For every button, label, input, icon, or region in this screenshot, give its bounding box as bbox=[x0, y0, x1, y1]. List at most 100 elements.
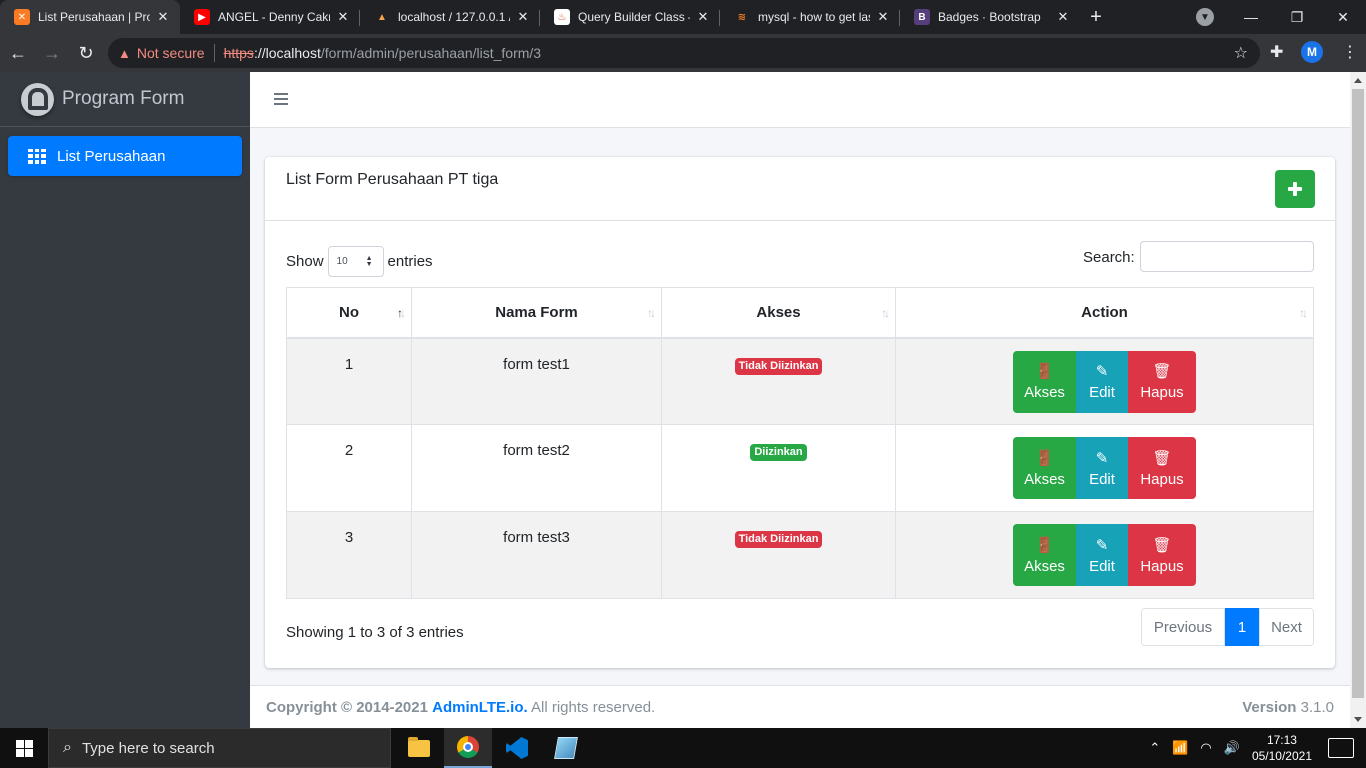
card-title: List Form Perusahaan PT tiga bbox=[286, 171, 499, 188]
chevron-up-icon[interactable]: ⌃ bbox=[1149, 740, 1160, 756]
page-scrollbar[interactable] bbox=[1350, 72, 1366, 728]
version-info: Version 3.1.0 bbox=[1242, 699, 1334, 716]
browser-toolbar: ← → ↻ ▲ Not secure https ://localhost /f… bbox=[0, 34, 1366, 72]
bookmark-star-icon[interactable]: ☆ bbox=[1234, 43, 1248, 63]
brand-link[interactable]: Program Form bbox=[0, 72, 250, 127]
status-badge: Tidak Diizinkan bbox=[734, 357, 823, 375]
edit-button[interactable]: ✎ Edit bbox=[1076, 350, 1128, 413]
search-input[interactable] bbox=[1140, 241, 1314, 272]
delete-button[interactable]: 🗑 Hapus bbox=[1128, 437, 1196, 499]
page-1-button[interactable]: 1 bbox=[1225, 608, 1259, 646]
add-form-button[interactable] bbox=[1275, 170, 1315, 208]
back-icon[interactable]: ← bbox=[2, 37, 34, 69]
akses-button[interactable]: 🚪 Akses bbox=[1013, 524, 1076, 586]
column-header-akses[interactable]: Akses ↑↓ bbox=[661, 287, 896, 339]
trash-icon: 🗑 bbox=[1152, 449, 1172, 467]
akses-button[interactable]: 🚪 Akses bbox=[1013, 437, 1076, 499]
tab-title: List Perusahaan | Progr bbox=[38, 10, 150, 24]
scroll-down-icon[interactable] bbox=[1354, 717, 1362, 722]
browser-tab[interactable]: B Badges · Bootstrap ✕ bbox=[900, 0, 1080, 34]
tab-search-icon[interactable]: ▼ bbox=[1196, 8, 1214, 26]
profile-avatar[interactable]: M bbox=[1301, 41, 1323, 63]
system-tray: ⌃ 📶 ◠ 🔊 17:13 05/10/2021 bbox=[1143, 728, 1366, 768]
table-header-row: No ↑↓ Nama Form ↑↓ Akses ↑↓ Action ↑↓ bbox=[286, 287, 1314, 339]
stackoverflow-favicon-icon: ≋ bbox=[737, 11, 747, 23]
tab-close-icon[interactable]: ✕ bbox=[1056, 9, 1070, 25]
length-control: Show 10 ▲ ▼ entries bbox=[286, 246, 433, 277]
browser-tab[interactable]: ♨ Query Builder Class — ✕ bbox=[540, 0, 720, 34]
edit-button[interactable]: ✎ Edit bbox=[1076, 524, 1128, 586]
edit-icon: ✎ bbox=[1095, 536, 1109, 554]
tab-close-icon[interactable]: ✕ bbox=[156, 9, 170, 25]
tab-close-icon[interactable]: ✕ bbox=[336, 9, 350, 25]
column-header-action[interactable]: Action ↑↓ bbox=[895, 287, 1314, 339]
browser-tab[interactable]: ▲ localhost / 127.0.0.1 / p ✕ bbox=[360, 0, 540, 34]
trash-icon: 🗑 bbox=[1152, 536, 1172, 554]
status-badge: Diizinkan bbox=[750, 444, 807, 461]
card-header: List Form Perusahaan PT tiga bbox=[265, 157, 1335, 221]
status-badge: Tidak Diizinkan bbox=[734, 531, 823, 548]
column-header-no[interactable]: No ↑↓ bbox=[286, 287, 412, 339]
table-row: 3 form test3 Tidak Diizinkan 🚪 Akses ✎ Edi… bbox=[286, 511, 1314, 599]
copyright-text: Copyright © 2014-2021 bbox=[266, 698, 428, 716]
sort-asc-icon: ↑↓ bbox=[397, 306, 406, 320]
url-path: /form/admin/perusahaan/list_form/3 bbox=[320, 45, 542, 61]
edit-icon: ✎ bbox=[1095, 449, 1109, 467]
taskbar-search[interactable]: ⌕ Type here to search bbox=[48, 728, 391, 768]
cell-action: 🚪 Akses ✎ Edit 🗑 Hapus bbox=[895, 424, 1314, 512]
network-icon[interactable]: 📶 bbox=[1172, 740, 1188, 756]
edit-button[interactable]: ✎ Edit bbox=[1076, 437, 1128, 499]
version-number: 3.1.0 bbox=[1300, 698, 1334, 716]
restore-icon[interactable]: ❐ bbox=[1274, 0, 1320, 34]
new-tab-button[interactable]: + bbox=[1080, 0, 1112, 34]
next-page-button[interactable]: Next bbox=[1259, 608, 1314, 646]
chrome-taskbar-icon[interactable] bbox=[444, 728, 492, 768]
start-button[interactable] bbox=[0, 728, 48, 768]
clock-date: 05/10/2021 bbox=[1251, 749, 1312, 763]
window-controls: — ❐ ✕ bbox=[1228, 0, 1366, 34]
windows-logo-icon bbox=[15, 739, 33, 757]
volume-icon[interactable]: 🔊 bbox=[1224, 740, 1240, 756]
grid-icon bbox=[28, 148, 46, 164]
sidebar-item-list-perusahaan[interactable]: List Perusahaan bbox=[8, 136, 242, 176]
hamburger-icon[interactable] bbox=[274, 93, 288, 105]
browser-tab[interactable]: ≋ mysql - how to get las ✕ bbox=[720, 0, 900, 34]
minimize-icon[interactable]: — bbox=[1228, 0, 1274, 34]
tab-close-icon[interactable]: ✕ bbox=[696, 9, 710, 25]
scroll-thumb[interactable] bbox=[1352, 89, 1364, 698]
forms-table: No ↑↓ Nama Form ↑↓ Akses ↑↓ Action ↑↓ 1 form… bbox=[286, 287, 1314, 599]
app-taskbar-icon[interactable] bbox=[542, 728, 590, 768]
cell-akses: Tidak Diizinkan bbox=[661, 337, 896, 425]
reload-icon[interactable]: ↻ bbox=[70, 37, 102, 69]
version-label: Version bbox=[1242, 698, 1297, 716]
notification-icon[interactable] bbox=[1328, 738, 1354, 758]
tab-close-icon[interactable]: ✕ bbox=[516, 9, 530, 25]
entries-select-value: 10 bbox=[336, 256, 348, 267]
clock[interactable]: 17:13 05/10/2021 bbox=[1252, 732, 1312, 764]
extensions-icon[interactable]: ✚ bbox=[1270, 42, 1283, 62]
action-button-group: 🚪 Akses ✎ Edit 🗑 Hapus bbox=[1013, 350, 1196, 413]
file-explorer-icon[interactable] bbox=[395, 728, 443, 768]
column-header-nama-form[interactable]: Nama Form ↑↓ bbox=[411, 287, 662, 339]
forward-icon[interactable]: → bbox=[36, 37, 68, 69]
browser-menu-icon[interactable]: ⋮ bbox=[1342, 42, 1358, 62]
wifi-icon[interactable]: ◠ bbox=[1200, 740, 1211, 756]
browser-tab[interactable]: ✕ List Perusahaan | Progr ✕ bbox=[0, 0, 180, 34]
scroll-up-icon[interactable] bbox=[1354, 78, 1362, 83]
entries-select[interactable]: 10 ▲ ▼ bbox=[327, 246, 384, 277]
search-label: Search: bbox=[1083, 249, 1135, 266]
windows-taskbar: ⌕ Type here to search ⌃ 📶 ◠ 🔊 17:13 05/1… bbox=[0, 728, 1366, 768]
close-window-icon[interactable]: ✕ bbox=[1320, 0, 1366, 34]
adminlte-link[interactable]: AdminLTE.io. bbox=[432, 699, 528, 716]
delete-button[interactable]: 🗑 Hapus bbox=[1128, 350, 1196, 413]
tab-close-icon[interactable]: ✕ bbox=[876, 9, 890, 25]
previous-page-button[interactable]: Previous bbox=[1141, 608, 1225, 646]
address-bar[interactable]: ▲ Not secure https ://localhost /form/ad… bbox=[108, 38, 1260, 68]
url-scheme: https bbox=[223, 45, 254, 61]
akses-button[interactable]: 🚪 Akses bbox=[1013, 350, 1076, 413]
vscode-taskbar-icon[interactable] bbox=[493, 728, 541, 768]
table-info: Showing 1 to 3 of 3 entries bbox=[286, 624, 464, 641]
delete-button[interactable]: 🗑 Hapus bbox=[1128, 524, 1196, 586]
pagination: Previous 1 Next bbox=[1141, 608, 1314, 646]
browser-tab[interactable]: ▶ ANGEL - Denny Caknan ✕ bbox=[180, 0, 360, 34]
